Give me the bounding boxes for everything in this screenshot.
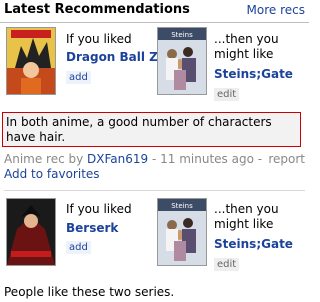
- recommendation-item: If you liked Dragon Ball Z add Steins ..…: [0, 26, 309, 186]
- add-button[interactable]: add: [66, 241, 91, 254]
- dragon-ball-z-cover-image[interactable]: [6, 27, 56, 95]
- rec-time: - 11 minutes ago -: [152, 152, 263, 166]
- svg-text:Steins: Steins: [171, 202, 193, 210]
- add-to-favorites-link[interactable]: Add to favorites: [4, 167, 100, 181]
- berserk-cover-image[interactable]: [6, 198, 56, 266]
- liked-anime-link[interactable]: Dragon Ball Z: [66, 50, 158, 64]
- svg-text:Steins: Steins: [171, 31, 193, 39]
- add-button[interactable]: add: [66, 71, 91, 84]
- then-you-might-like-label: ...then you might like: [214, 202, 279, 231]
- then-you-might-like-label: ...then you might like: [214, 32, 279, 61]
- edit-button[interactable]: edit: [214, 88, 240, 101]
- rec-divider: [4, 190, 305, 191]
- report-link[interactable]: report: [268, 152, 305, 166]
- steins-gate-cover-image[interactable]: Steins: [157, 198, 207, 266]
- author-link[interactable]: DXFan619: [87, 152, 148, 166]
- liked-anime-link[interactable]: Berserk: [66, 221, 118, 235]
- if-you-liked-label: If you liked: [66, 202, 132, 216]
- recommendation-reason: In both anime, a good number of characte…: [2, 112, 301, 147]
- more-recs-link[interactable]: More recs: [247, 3, 305, 17]
- if-you-liked-label: If you liked: [66, 32, 132, 46]
- steins-gate-cover-image[interactable]: Steins: [157, 27, 207, 95]
- recommended-anime-link[interactable]: Steins;Gate: [214, 67, 293, 81]
- edit-button[interactable]: edit: [214, 258, 240, 271]
- rec-meta-prefix: Anime rec by: [4, 152, 84, 166]
- section-title: Latest Recommendations: [4, 2, 190, 17]
- recommended-anime-link[interactable]: Steins;Gate: [214, 237, 293, 251]
- recommendation-reason: People like these two series.: [4, 285, 175, 299]
- rec-meta: Anime rec by DXFan619 - 11 minutes ago -: [4, 152, 262, 167]
- recommendations-header: Latest Recommendations More recs: [0, 0, 309, 23]
- recommendation-item: If you liked Berserk add Steins ...then …: [0, 197, 309, 302]
